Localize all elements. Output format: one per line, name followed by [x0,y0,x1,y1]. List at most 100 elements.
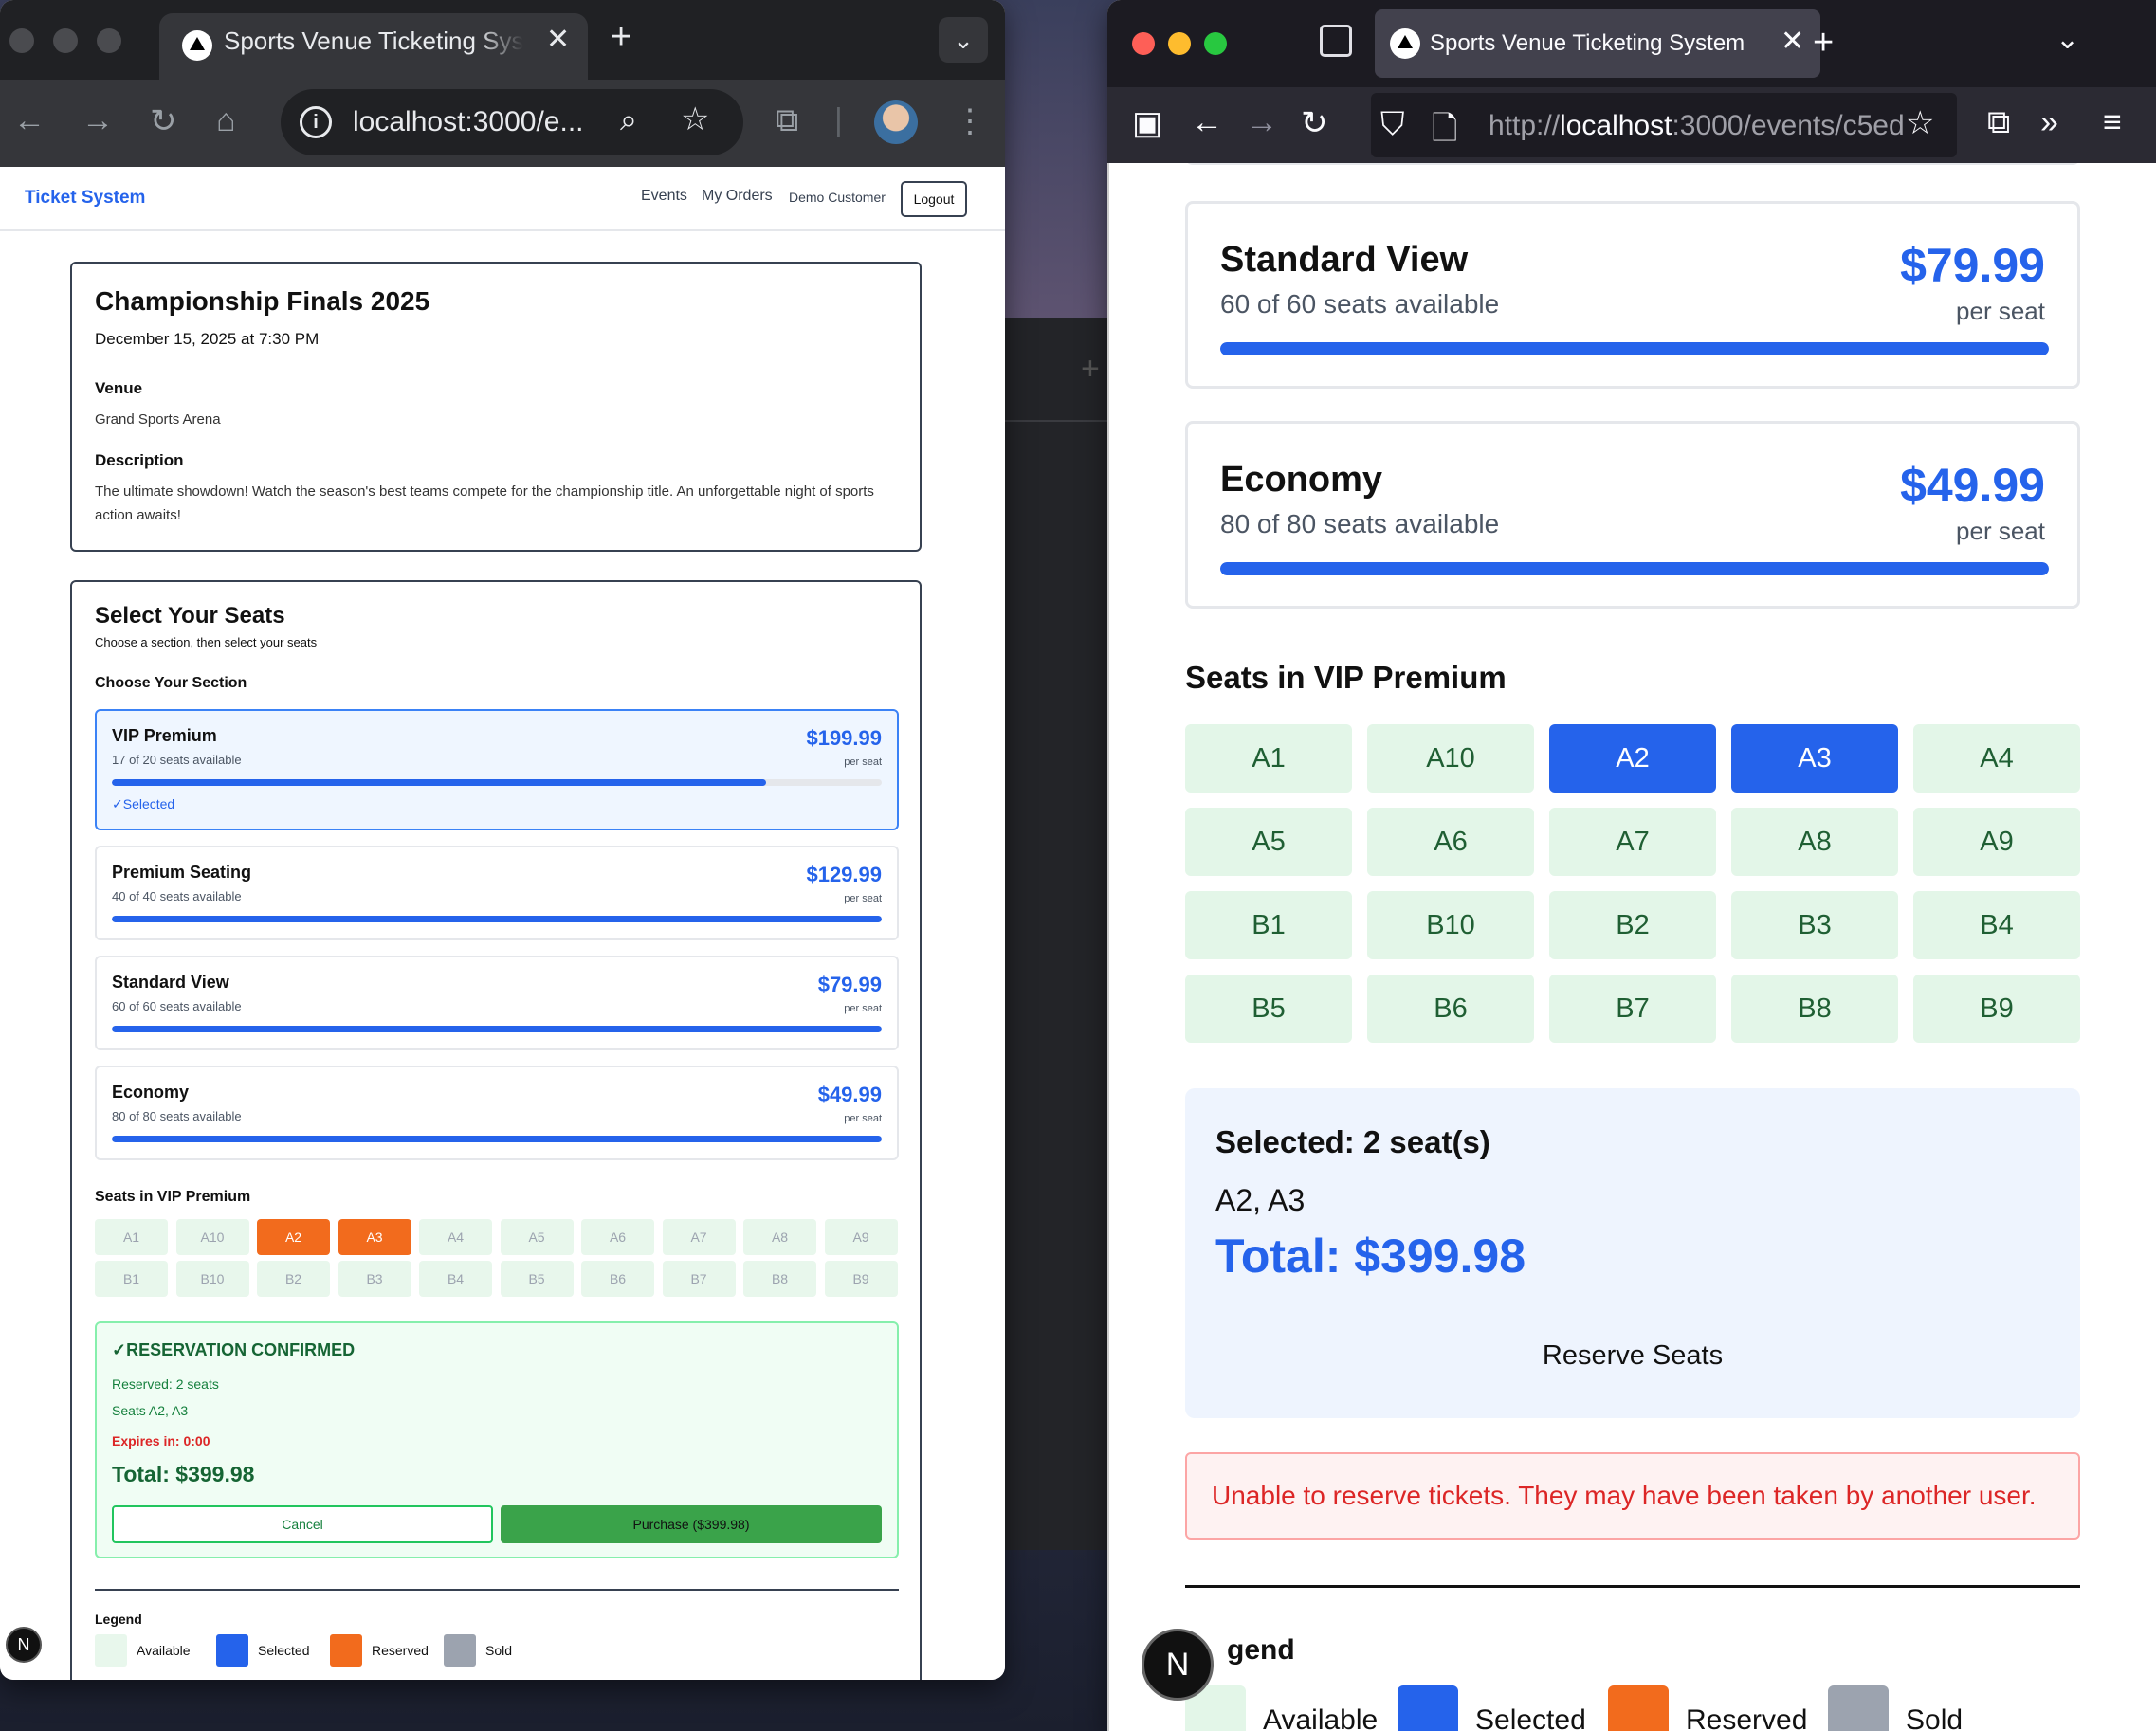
seat-b7[interactable]: B7 [1549,975,1716,1043]
forward-icon[interactable]: → [1246,104,1278,141]
seat-b6[interactable]: B6 [1367,975,1534,1043]
seat-a6[interactable]: A6 [1367,808,1534,876]
nav-events[interactable]: Events [641,188,687,205]
logout-button[interactable]: Logout [901,181,967,217]
seat-b1[interactable]: B1 [1185,891,1352,959]
section-card-economy[interactable]: Economy 80 of 80 seats available $49.99 … [1185,421,2080,609]
purchase-button[interactable]: Purchase ($399.98) [501,1505,882,1543]
seat-a7[interactable]: A7 [1549,808,1716,876]
window-minimize-dot[interactable] [53,28,78,53]
tab-search-chevron-icon[interactable]: ⌄ [939,17,988,63]
window-minimize-dot[interactable] [1168,32,1191,55]
address-bar[interactable]: i localhost:3000/e... ⌕ ☆ [281,89,743,155]
seat-b10[interactable]: B10 [1367,891,1534,959]
new-tab-button[interactable]: + [1813,23,1834,64]
chrome-active-tab[interactable]: Sports Venue Ticketing System ✕ [159,13,588,80]
site-info-icon[interactable]: i [300,106,332,138]
bookmark-star-icon[interactable]: ☆ [1906,104,1934,142]
reload-icon[interactable]: ↻ [150,102,177,140]
brand-link[interactable]: Ticket System [25,188,145,209]
section-card-premium-seating-partial[interactable] [1185,163,2080,165]
seat-b9[interactable]: B9 [1913,975,2080,1043]
seat-a2[interactable]: A2 [1549,724,1716,793]
seat-a3[interactable]: A3 [1731,724,1898,793]
seat-a4[interactable]: A4 [1913,724,2080,793]
seat-b4[interactable]: B4 [1913,891,2080,959]
seat-a6[interactable]: A6 [581,1219,654,1255]
seat-b7[interactable]: B7 [662,1261,736,1297]
seat-b10[interactable]: B10 [175,1261,249,1297]
profile-avatar[interactable] [874,100,918,144]
legend-label: Sold [1906,1704,1964,1731]
extensions-puzzle-icon[interactable]: ⧉ [776,102,798,139]
firefox-tab-bar: Sports Venue Ticketing System ✕ + ⌄ [1107,0,2156,87]
seat-a9[interactable]: A9 [824,1219,898,1255]
seat-a5[interactable]: A5 [1185,808,1352,876]
cancel-button[interactable]: Cancel [112,1505,493,1543]
section-card-standard-view[interactable]: Standard View 60 of 60 seats available $… [95,956,899,1050]
forward-icon[interactable]: → [82,102,114,139]
seat-a7[interactable]: A7 [662,1219,736,1255]
page-info-icon[interactable]: 🗋 [1432,106,1457,157]
seat-a1[interactable]: A1 [95,1219,168,1255]
seat-a8[interactable]: A8 [743,1219,816,1255]
seat-a3[interactable]: A3 [338,1219,411,1255]
reload-icon[interactable]: ↻ [1301,104,1328,142]
window-zoom-dot[interactable] [1204,32,1227,55]
legend-label: Available [137,1643,191,1658]
firefox-active-tab[interactable]: Sports Venue Ticketing System ✕ [1375,9,1820,78]
list-all-tabs-chevron-icon[interactable]: ⌄ [2056,23,2079,56]
hamburger-menu-icon[interactable]: ≡ [2103,104,2122,141]
window-close-dot[interactable] [9,28,34,53]
section-name: VIP Premium [112,726,217,745]
chrome-menu-icon[interactable]: ⋮ [954,102,986,140]
seat-a5[interactable]: A5 [500,1219,574,1255]
seat-b8[interactable]: B8 [1731,975,1898,1043]
section-card-vip-premium[interactable]: VIP Premium 17 of 20 seats available $19… [95,709,899,830]
seat-a9[interactable]: A9 [1913,808,2080,876]
window-close-dot[interactable] [1132,32,1155,55]
window-zoom-dot[interactable] [97,28,121,53]
tab-close-icon[interactable]: ✕ [546,23,570,56]
seat-a1[interactable]: A1 [1185,724,1352,793]
nextjs-devtools-badge[interactable]: N [6,1627,42,1663]
seat-b3[interactable]: B3 [338,1261,411,1297]
firefox-view-icon[interactable] [1320,25,1352,57]
tab-close-icon[interactable]: ✕ [1781,25,1804,58]
nextjs-devtools-badge[interactable]: N [1142,1629,1214,1701]
home-icon[interactable]: ⌂ [216,102,236,139]
reserve-seats-button[interactable]: Reserve Seats [1185,1340,2080,1372]
nav-my-orders[interactable]: My Orders [702,188,773,205]
seat-a4[interactable]: A4 [419,1219,492,1255]
section-price: $129.99 [806,863,882,886]
seat-a8[interactable]: A8 [1731,808,1898,876]
sidebar-icon[interactable]: ▣ [1132,104,1162,142]
bookmark-star-icon[interactable]: ☆ [681,100,709,138]
section-card-economy[interactable]: Economy 80 of 80 seats available $49.99 … [95,1066,899,1160]
seat-b5[interactable]: B5 [1185,975,1352,1043]
seat-b2[interactable]: B2 [257,1261,330,1297]
seat-a10[interactable]: A10 [1367,724,1534,793]
seat-b3[interactable]: B3 [1731,891,1898,959]
back-icon[interactable]: ← [1191,104,1223,141]
seat-b4[interactable]: B4 [419,1261,492,1297]
seat-b8[interactable]: B8 [743,1261,816,1297]
overflow-chevrons-icon[interactable]: » [2040,104,2058,141]
new-tab-button[interactable]: + [611,17,631,58]
seat-b9[interactable]: B9 [824,1261,898,1297]
seat-b1[interactable]: B1 [95,1261,168,1297]
address-bar[interactable]: ⛉ 🗋 http://localhost:3000/events/c5ed [1371,93,1957,157]
seat-b5[interactable]: B5 [500,1261,574,1297]
extensions-puzzle-icon[interactable]: ⧉ [1987,104,2010,141]
seat-b6[interactable]: B6 [581,1261,654,1297]
tracking-shield-icon[interactable]: ⛉ [1380,106,1405,143]
seat-b2[interactable]: B2 [1549,891,1716,959]
section-card-premium-seating[interactable]: Premium Seating 40 of 40 seats available… [95,846,899,940]
per-seat-label: per seat [1956,517,2045,545]
seat-a2[interactable]: A2 [257,1219,330,1255]
section-card-standard-view[interactable]: Standard View 60 of 60 seats available $… [1185,201,2080,389]
per-seat-label: per seat [1956,297,2045,325]
back-icon[interactable]: ← [13,102,46,139]
seat-a10[interactable]: A10 [175,1219,249,1255]
zoom-icon[interactable]: ⌕ [620,102,637,138]
